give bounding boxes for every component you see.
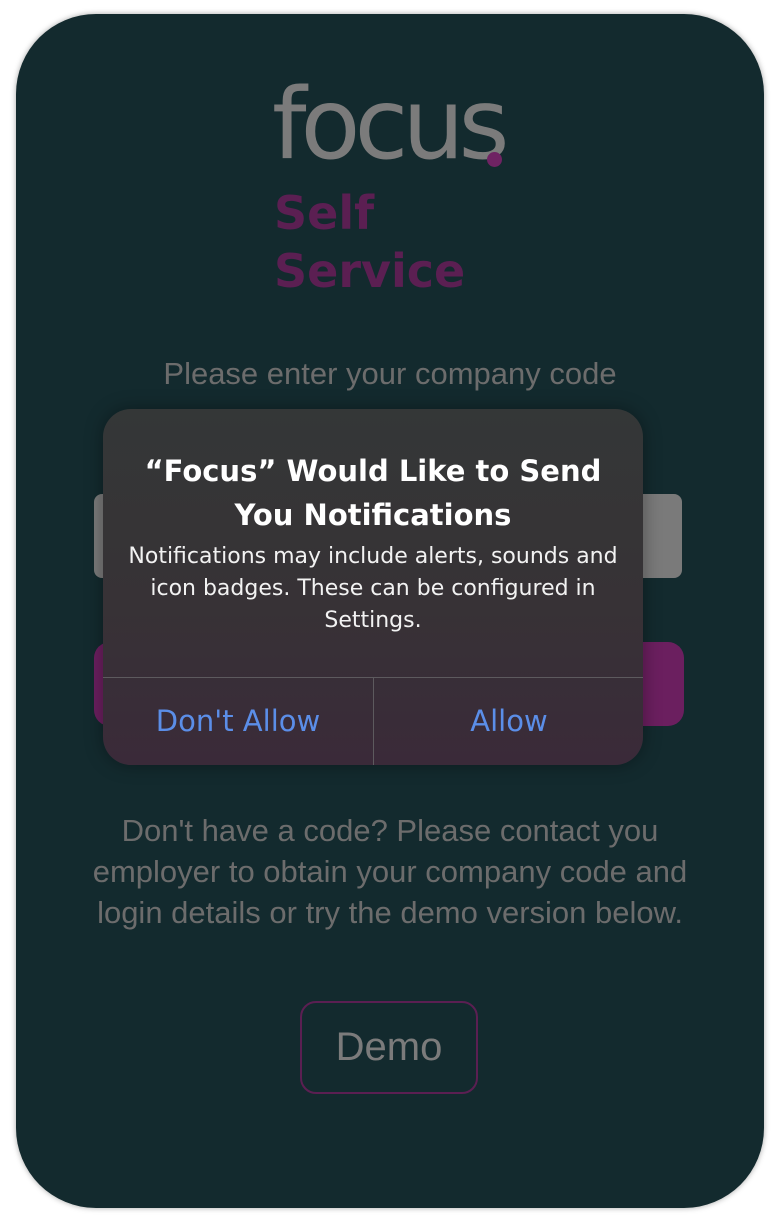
help-text: Don't have a code? Please contact you em… (92, 813, 688, 930)
product-title-line2: Service (274, 244, 466, 298)
allow-button[interactable]: Allow (374, 678, 643, 765)
product-title-line1: Self (274, 186, 375, 240)
logo-wordmark: focus (272, 68, 510, 182)
product-title: Self Service (274, 184, 465, 300)
demo-button[interactable]: Demo (300, 1001, 478, 1094)
alert-message: Notifications may include alerts, sounds… (128, 544, 618, 633)
logo-dot (487, 152, 502, 167)
focus-logo: focus (272, 70, 512, 180)
notification-permission-alert: “Focus” Would Like to Send You Notificat… (103, 409, 643, 765)
alert-title: “Focus” Would Like to Send You Notificat… (144, 454, 602, 532)
dont-allow-button[interactable]: Don't Allow (103, 678, 373, 765)
company-code-prompt: Please enter your company code (163, 356, 617, 391)
